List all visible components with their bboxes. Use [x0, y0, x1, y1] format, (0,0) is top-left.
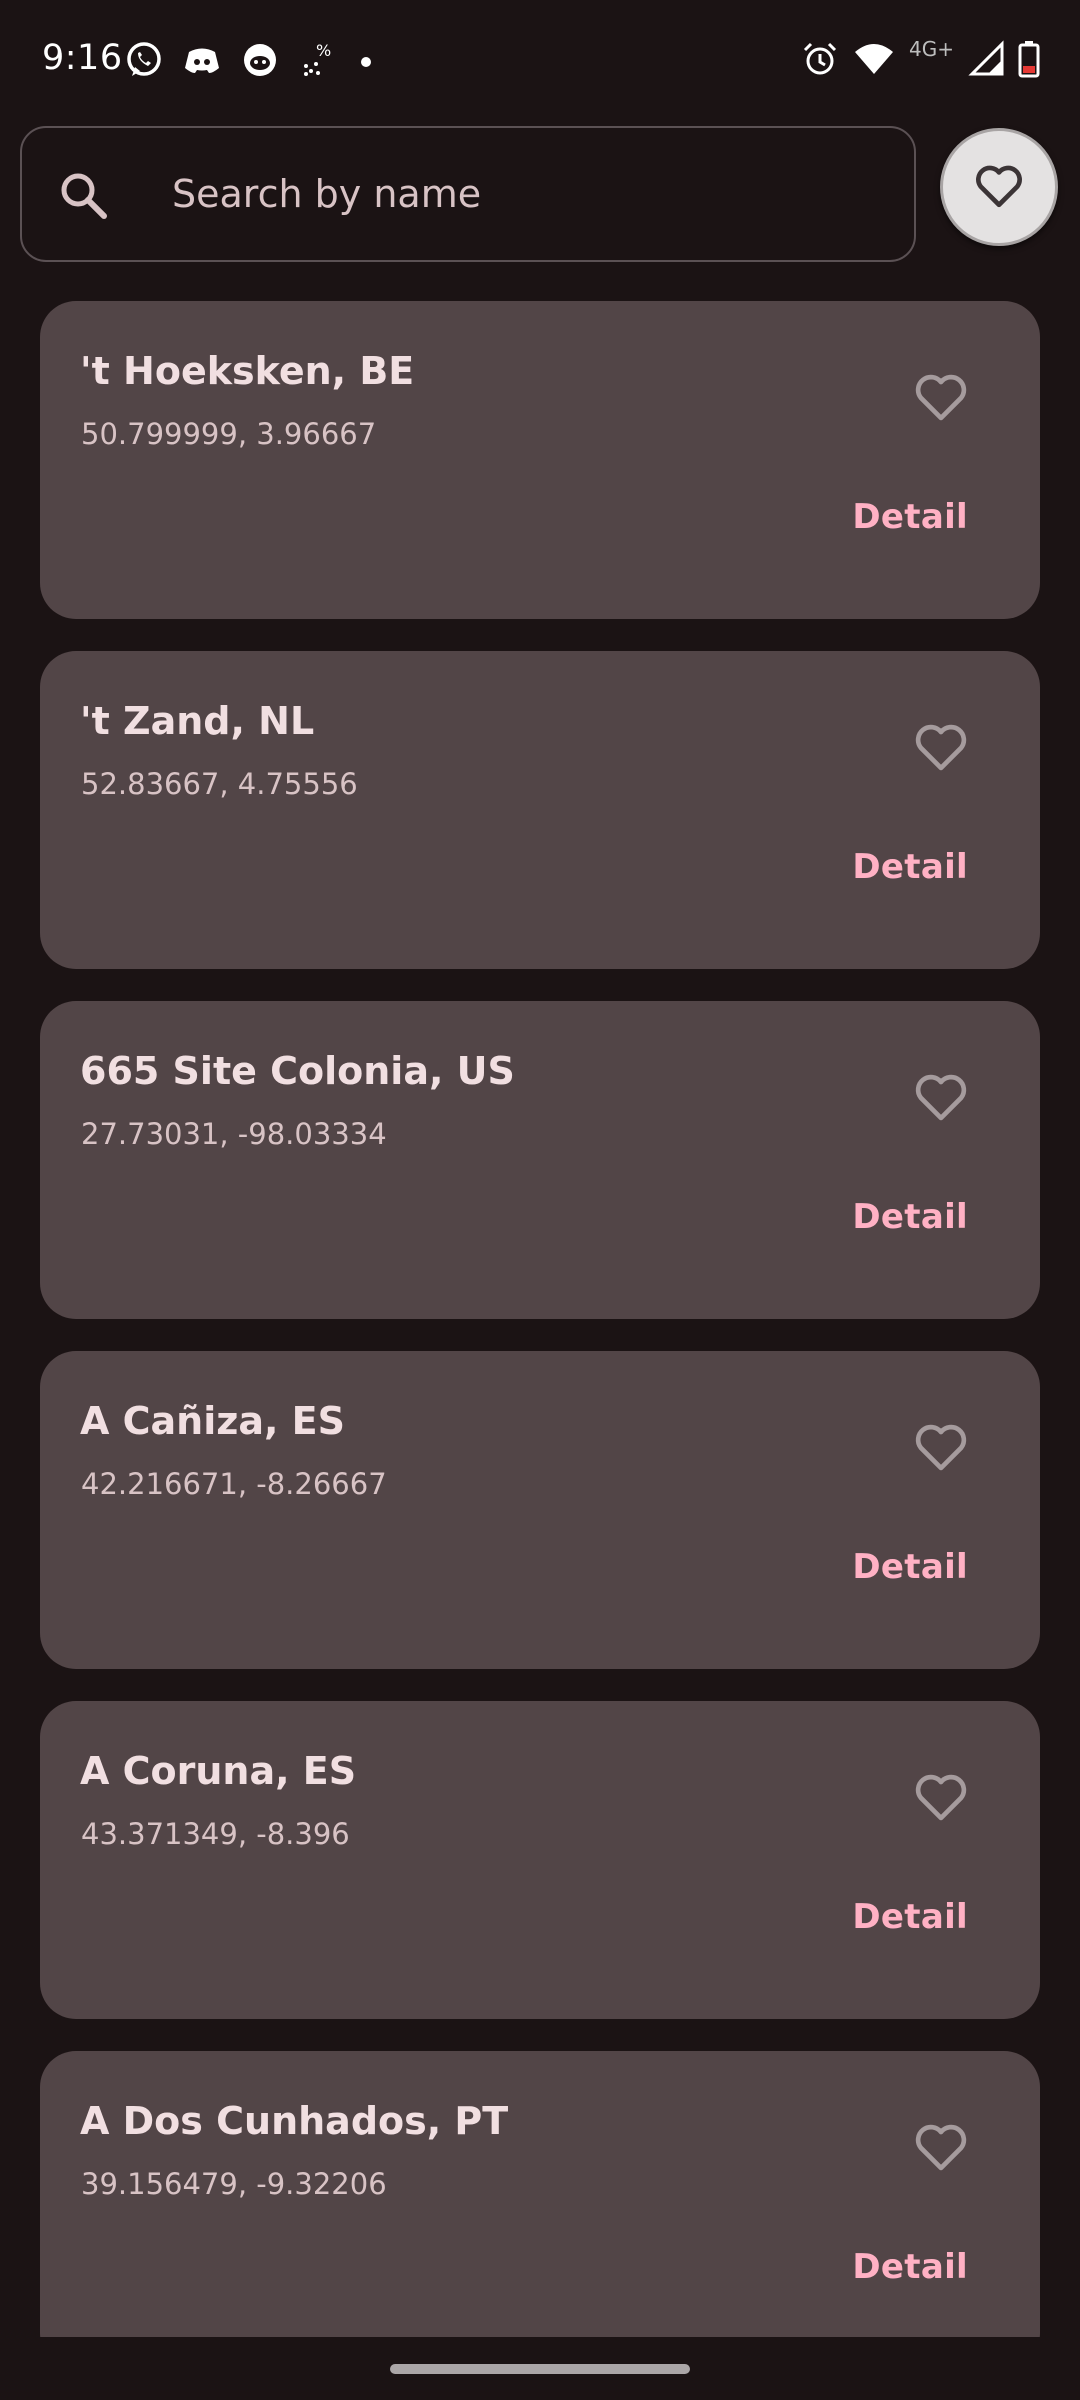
status-time: 9:16	[42, 38, 123, 78]
city-name: 't Hoeksken, BE	[80, 349, 415, 393]
favorite-toggle-heart-icon[interactable]	[910, 2115, 972, 2177]
city-coordinates: 50.799999, 3.96667	[81, 417, 377, 451]
reddit-icon	[240, 40, 280, 84]
favorite-toggle-heart-icon[interactable]	[910, 1765, 972, 1827]
detail-button[interactable]: Detail	[852, 1547, 968, 1587]
home-indicator[interactable]	[390, 2364, 690, 2374]
city-coordinates: 39.156479, -9.32206	[81, 2167, 387, 2201]
city-name: 't Zand, NL	[80, 699, 315, 743]
city-coordinates: 52.83667, 4.75556	[81, 767, 358, 801]
percent-app-icon: %	[298, 40, 338, 84]
battery-icon	[1018, 40, 1040, 82]
notification-icons: %	[124, 40, 376, 84]
city-coordinates: 27.73031, -98.03334	[81, 1117, 387, 1151]
city-card: A Dos Cunhados, PT 39.156479, -9.32206 D…	[40, 2051, 1040, 2337]
system-icons: 4G+	[801, 37, 1040, 82]
city-name: A Cañiza, ES	[80, 1399, 345, 1443]
favorites-filter-button[interactable]	[940, 128, 1058, 246]
favorite-toggle-heart-icon[interactable]	[910, 1065, 972, 1127]
search-icon	[56, 168, 112, 224]
favorite-toggle-heart-icon[interactable]	[910, 365, 972, 427]
detail-button[interactable]: Detail	[852, 847, 968, 887]
status-bar: 9:16 % 4G+	[0, 0, 1080, 126]
detail-button[interactable]: Detail	[852, 1197, 968, 1237]
city-card: 't Zand, NL 52.83667, 4.75556 Detail	[40, 651, 1040, 969]
network-type: 4G+	[909, 37, 954, 61]
detail-button[interactable]: Detail	[852, 2247, 968, 2287]
search-box[interactable]	[20, 126, 916, 262]
wifi-icon	[853, 40, 895, 82]
city-coordinates: 43.371349, -8.396	[81, 1817, 350, 1851]
city-name: A Coruna, ES	[80, 1749, 357, 1793]
city-list[interactable]: 't Hoeksken, BE 50.799999, 3.96667 Detai…	[40, 301, 1040, 2337]
city-card: 't Hoeksken, BE 50.799999, 3.96667 Detai…	[40, 301, 1040, 619]
svg-text:%: %	[316, 41, 331, 60]
detail-button[interactable]: Detail	[852, 1897, 968, 1937]
city-card: A Coruna, ES 43.371349, -8.396 Detail	[40, 1701, 1040, 2019]
city-card: 665 Site Colonia, US 27.73031, -98.03334…	[40, 1001, 1040, 1319]
dot-icon	[356, 40, 376, 84]
heart-outline-icon	[971, 157, 1027, 217]
alarm-icon	[801, 40, 839, 82]
whatsapp-icon	[124, 40, 164, 84]
favorite-toggle-heart-icon[interactable]	[910, 715, 972, 777]
city-name: A Dos Cunhados, PT	[80, 2099, 509, 2143]
city-coordinates: 42.216671, -8.26667	[81, 1467, 387, 1501]
detail-button[interactable]: Detail	[852, 497, 968, 537]
favorite-toggle-heart-icon[interactable]	[910, 1415, 972, 1477]
discord-icon	[182, 40, 222, 84]
search-input[interactable]	[152, 158, 882, 230]
signal-icon	[968, 40, 1004, 82]
city-card: A Cañiza, ES 42.216671, -8.26667 Detail	[40, 1351, 1040, 1669]
city-name: 665 Site Colonia, US	[80, 1049, 515, 1093]
